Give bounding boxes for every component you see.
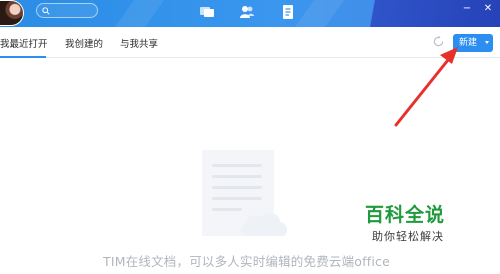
watermark-subtitle: 助你轻松解决: [372, 230, 444, 243]
annotation-arrow: [394, 47, 458, 127]
empty-state-message: TIM在线文档，可以多人实时编辑的免费云端office: [103, 254, 390, 269]
avatar[interactable]: [0, 0, 24, 26]
decorative-stripe: [98, 0, 172, 27]
search-icon: [42, 7, 50, 15]
minimize-icon[interactable]: −: [462, 3, 472, 15]
close-icon[interactable]: ✕: [483, 3, 493, 15]
empty-document-illustration: [202, 150, 288, 236]
top-bar: − ✕: [0, 0, 500, 27]
decorative-band: [350, 0, 500, 27]
chat-icon[interactable]: [199, 4, 215, 20]
watermark-title: 百科全说: [365, 204, 446, 226]
tab-created[interactable]: 我创建的: [65, 36, 103, 50]
tab-recent[interactable]: 我最近打开: [0, 36, 48, 50]
tab-shared[interactable]: 与我共享: [120, 36, 158, 50]
document-icon[interactable]: [280, 4, 296, 20]
chevron-down-icon: [485, 41, 489, 44]
active-tab-indicator: [0, 56, 46, 58]
contacts-icon[interactable]: [239, 4, 255, 20]
search-input[interactable]: [36, 3, 98, 18]
